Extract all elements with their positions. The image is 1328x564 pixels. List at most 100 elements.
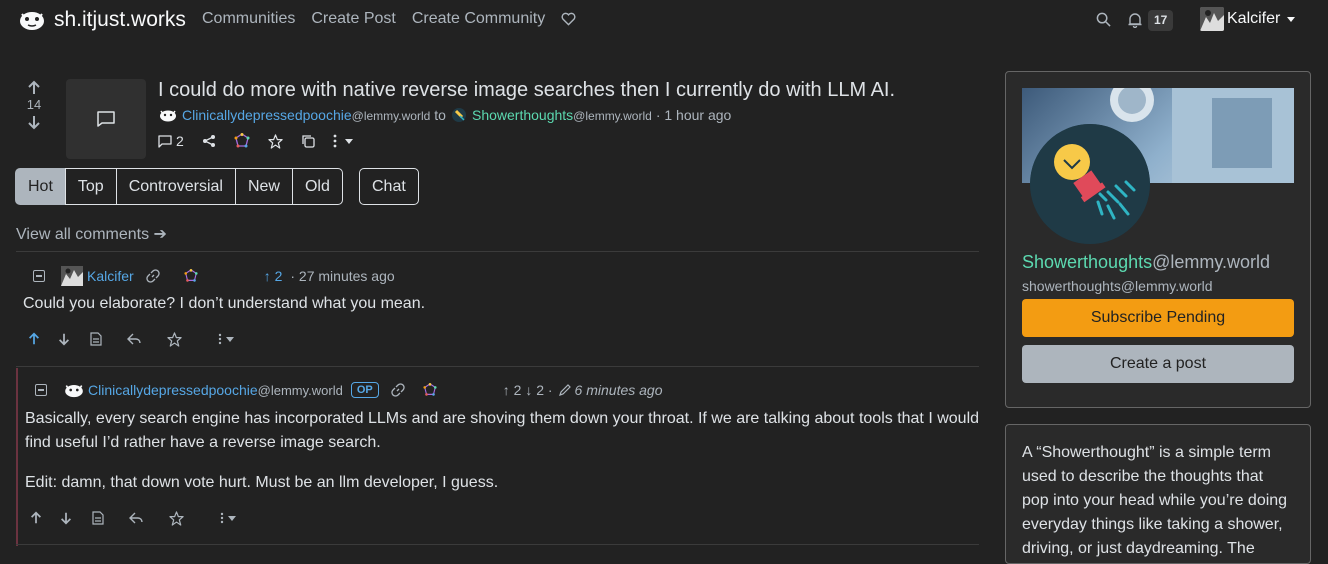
nav-create-post[interactable]: Create Post — [311, 10, 395, 28]
chevron-down-icon — [226, 336, 234, 342]
divider — [16, 366, 979, 367]
community-name: Showerthoughts — [1022, 252, 1153, 272]
heart-icon[interactable] — [561, 12, 576, 26]
chevron-down-icon — [344, 138, 353, 144]
site-logo-icon — [20, 12, 44, 30]
comment-body: Edit: damn, that down vote hurt. Must be… — [25, 474, 499, 491]
downvote-icon[interactable] — [56, 331, 72, 347]
post-actions: 2 — [158, 133, 371, 149]
nav-communities[interactable]: Communities — [202, 10, 295, 28]
post-community-host: @lemmy.world — [573, 109, 652, 123]
view-source-icon[interactable] — [90, 510, 106, 526]
avatar — [1200, 7, 1224, 31]
op-badge: OP — [350, 382, 379, 398]
sort-hot[interactable]: Hot — [15, 168, 66, 205]
navbar: sh.itjust.works Communities Create Post … — [0, 0, 1328, 40]
upvote-icon[interactable] — [26, 80, 42, 96]
author-avatar-icon — [160, 110, 176, 122]
link-icon[interactable] — [391, 383, 405, 397]
search-icon[interactable] — [1096, 12, 1111, 27]
author-avatar-icon — [65, 385, 83, 398]
downvote-icon[interactable] — [26, 114, 42, 130]
upvote-icon[interactable] — [26, 331, 42, 347]
comment-thread-line — [16, 368, 18, 546]
post-author-link[interactable]: Clinicallydepressedpoochie — [182, 107, 352, 123]
comments-button[interactable]: 2 — [158, 133, 184, 149]
collapse-icon[interactable] — [33, 270, 45, 282]
post-thumbnail[interactable] — [66, 79, 146, 159]
star-icon[interactable] — [166, 331, 182, 347]
community-description: A “Showerthought” is a simple term used … — [1022, 444, 1288, 557]
create-post-button[interactable]: Create a post — [1022, 345, 1294, 383]
view-all-comments-link[interactable]: View all comments ➔ — [16, 224, 167, 244]
comment-author-host: @lemmy.world — [257, 383, 343, 398]
sort-top[interactable]: Top — [64, 168, 117, 205]
community-title[interactable]: Showerthoughts@lemmy.world — [1022, 252, 1270, 273]
comment-author-link[interactable]: Kalcifer — [87, 268, 134, 284]
community-icon — [1030, 124, 1150, 244]
share-button[interactable] — [202, 134, 216, 148]
post-score: 14 — [26, 97, 42, 112]
more-options-button[interactable] — [333, 134, 353, 148]
fediverse-button[interactable] — [234, 133, 250, 149]
downvote-icon[interactable] — [58, 510, 74, 526]
divider — [16, 251, 979, 252]
message-square-icon — [97, 111, 115, 127]
community-handle: showerthoughts@lemmy.world — [1022, 278, 1213, 294]
share-icon — [202, 135, 215, 147]
community-icon — [451, 108, 466, 122]
post-to-label: to — [434, 107, 446, 123]
chat-button[interactable]: Chat — [359, 168, 419, 205]
avatar — [61, 266, 83, 286]
comment-time: 6 minutes ago — [574, 382, 663, 398]
divider — [16, 544, 979, 545]
username: Kalcifer — [1227, 10, 1281, 27]
more-options-button[interactable] — [216, 510, 240, 526]
notification-badge[interactable]: 17 — [1148, 10, 1174, 31]
sort-controversial[interactable]: Controversial — [115, 168, 236, 205]
upvote-icon[interactable] — [28, 510, 44, 526]
crosspost-button[interactable] — [301, 134, 315, 148]
post-author-host: @lemmy.world — [351, 109, 431, 123]
bell-icon[interactable] — [1128, 12, 1142, 28]
comment-body: Could you elaborate? I don’t understand … — [23, 295, 426, 312]
comment-icon — [158, 134, 172, 148]
fediverse-icon[interactable] — [184, 269, 198, 283]
site-name: sh.itjust.works — [54, 8, 186, 31]
chevron-down-icon — [1287, 16, 1296, 22]
reply-icon[interactable] — [126, 331, 142, 347]
post-time: · 1 hour ago — [655, 107, 732, 123]
link-icon[interactable] — [146, 269, 160, 283]
subscribe-button[interactable]: Subscribe Pending — [1022, 299, 1294, 337]
post-title[interactable]: I could do more with native reverse imag… — [158, 79, 895, 102]
more-options-button[interactable] — [214, 331, 238, 347]
comment-sort-group: Hot Top Controversial New Old — [15, 168, 343, 205]
comment-author-link[interactable]: Clinicallydepressedpoochie — [88, 382, 258, 398]
chevron-down-icon — [228, 515, 236, 521]
comment-count: 2 — [176, 133, 184, 149]
collapse-icon[interactable] — [35, 384, 47, 396]
user-menu[interactable]: Kalcifer — [1200, 7, 1296, 31]
save-button[interactable] — [268, 133, 283, 149]
post-community-link[interactable]: Showerthoughts — [472, 107, 573, 123]
view-source-icon[interactable] — [88, 331, 104, 347]
comment-time: · 27 minutes ago — [290, 268, 395, 284]
reply-icon[interactable] — [128, 510, 144, 526]
post-meta: Clinicallydepressedpoochie@lemmy.world t… — [158, 107, 731, 123]
comment-votes: ↑ 2 ↓ 2 · — [502, 382, 553, 398]
community-host: @lemmy.world — [1152, 252, 1271, 272]
comment-upvotes: ↑ 2 — [263, 268, 283, 284]
copy-icon — [302, 135, 315, 148]
fediverse-icon — [234, 133, 250, 148]
star-icon[interactable] — [168, 510, 184, 526]
nav-create-community[interactable]: Create Community — [412, 10, 545, 28]
sort-new[interactable]: New — [234, 168, 293, 205]
comment-header: Clinicallydepressedpoochie@lemmy.world O… — [35, 382, 663, 398]
site-brand[interactable]: sh.itjust.works — [18, 6, 186, 34]
fediverse-icon[interactable] — [423, 383, 437, 397]
more-vertical-icon — [333, 134, 337, 148]
star-icon — [268, 133, 283, 149]
comment-actions — [28, 510, 262, 526]
sort-old[interactable]: Old — [291, 168, 343, 205]
comment-body: Basically, every search engine has incor… — [25, 410, 980, 451]
